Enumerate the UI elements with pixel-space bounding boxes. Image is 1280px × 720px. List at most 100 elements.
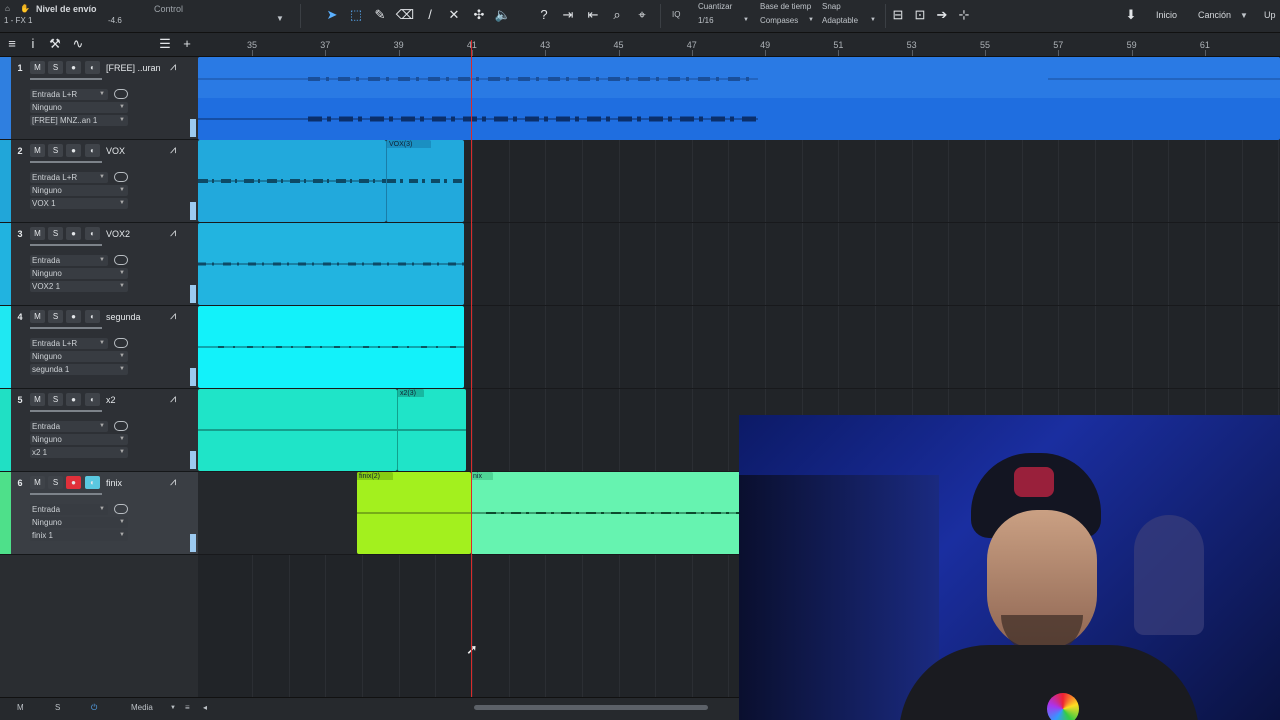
song-dropdown-icon[interactable]: ▼	[1240, 11, 1248, 20]
solo-button[interactable]: S	[48, 227, 63, 240]
audio-clip-x2-1[interactable]	[198, 389, 397, 471]
mute-button[interactable]: M	[30, 144, 45, 157]
audio-clip-vox-2[interactable]: VOX(3)	[386, 140, 464, 222]
volume-fader[interactable]	[30, 78, 102, 80]
audio-clip-finix-1[interactable]: finix(2)	[357, 472, 471, 554]
input-select[interactable]: Entrada L+R ▼	[30, 338, 108, 349]
mute-button[interactable]: M	[30, 393, 45, 406]
solo-button[interactable]: S	[48, 476, 63, 489]
track-name[interactable]: [FREE] ..uran	[106, 63, 164, 73]
paint-tool-icon[interactable]: /	[420, 6, 440, 24]
solo-button[interactable]: S	[48, 144, 63, 157]
snap-left-icon[interactable]: ⇥	[558, 6, 578, 24]
waveform-icon[interactable]: ⩘	[170, 310, 176, 323]
audio-clip-x2-2[interactable]: x2(3)	[397, 389, 466, 471]
output-select[interactable]: Ninguno ▼	[30, 268, 128, 279]
pencil-tool-icon[interactable]: ✎	[370, 6, 390, 24]
iq-icon[interactable]: IQ	[672, 10, 680, 19]
solo-button[interactable]: S	[48, 61, 63, 74]
volume-fader[interactable]	[30, 244, 102, 246]
channel-select[interactable]: VOX2 1 ▼	[30, 281, 128, 292]
waveform-icon[interactable]: ⩘	[170, 476, 176, 489]
snap-right-icon[interactable]: ⇤	[583, 6, 603, 24]
track-lane-1[interactable]	[198, 57, 1280, 140]
input-select[interactable]: Entrada ▼	[30, 421, 108, 432]
split-icon[interactable]: ⌖	[632, 6, 652, 24]
volume-fader[interactable]	[30, 327, 102, 329]
track-name[interactable]: VOX	[106, 146, 164, 156]
track-lane-3[interactable]	[198, 223, 1280, 306]
channel-select[interactable]: finix 1 ▼	[30, 530, 128, 541]
autofollow-icon[interactable]: ⌂	[5, 4, 10, 13]
volume-fader[interactable]	[30, 161, 102, 163]
track-name[interactable]: x2	[106, 395, 164, 405]
solo-button[interactable]: S	[48, 310, 63, 323]
input-select[interactable]: Entrada ▼	[30, 504, 108, 515]
mute-button[interactable]: M	[30, 61, 45, 74]
tools-icon[interactable]: ⚒	[45, 35, 65, 53]
snap-dropdown-icon[interactable]: ▼	[870, 17, 876, 23]
input-select[interactable]: Entrada L+R ▼	[30, 172, 108, 183]
track-header-3[interactable]: 3 M S ● ◐ VOX2 ⩘ Entrada ▼ Ninguno ▼ VOX2 1 ▼	[0, 223, 198, 306]
audio-clip-segunda[interactable]	[198, 306, 464, 388]
bend-tool-icon[interactable]: ✣	[469, 6, 489, 24]
input-select[interactable]: Entrada L+R ▼	[30, 89, 108, 100]
snap-select[interactable]: Adaptable	[822, 16, 858, 25]
solo-button[interactable]: S	[48, 393, 63, 406]
timebase-dropdown-icon[interactable]: ▼	[808, 17, 814, 23]
control-dropdown-icon[interactable]: ▼	[276, 14, 284, 23]
automation-icon[interactable]: ∿	[68, 35, 88, 53]
quantize-select[interactable]: 1/16	[698, 16, 714, 25]
input-monitor-toggle[interactable]	[114, 172, 128, 182]
timeline-ruler[interactable]: ≡ i ⚒ ∿ ☰ + 3537394143454749515355575961	[0, 33, 1280, 57]
monitor-button[interactable]: ◐	[85, 476, 100, 489]
fx-channel-selector[interactable]: 1 - FX 1	[4, 16, 32, 25]
monitor-button[interactable]: ◐	[85, 310, 100, 323]
upgrade-link[interactable]: Up	[1264, 10, 1276, 20]
record-button[interactable]: ●	[66, 476, 81, 489]
menu-icon[interactable]: ≡	[2, 35, 22, 53]
output-select[interactable]: Ninguno ▼	[30, 185, 128, 196]
monitor-button[interactable]: ◐	[85, 227, 100, 240]
mute-button[interactable]: M	[30, 310, 45, 323]
audio-clip-finix-2[interactable]: nix	[471, 472, 741, 554]
zoom-full-icon[interactable]: ⊹	[954, 6, 974, 24]
hand-icon[interactable]: ✋	[20, 4, 30, 13]
timebase-select[interactable]: Compases	[760, 16, 798, 25]
output-select[interactable]: Ninguno ▼	[30, 434, 128, 445]
mute-button[interactable]: M	[30, 227, 45, 240]
input-select[interactable]: Entrada ▼	[30, 255, 108, 266]
help-icon[interactable]: ?	[534, 6, 554, 24]
volume-fader[interactable]	[30, 493, 102, 495]
zoom-icon[interactable]: ⌕	[607, 6, 627, 24]
eraser-tool-icon[interactable]: ⌫	[395, 6, 415, 24]
zoom-in-icon[interactable]: ➔	[932, 6, 952, 24]
range-tool-icon[interactable]: ⬚	[346, 6, 366, 24]
scroll-left-icon[interactable]: ◂	[203, 703, 207, 712]
track-header-1[interactable]: 1 M S ● ◐ [FREE] ..uran ⩘ Entrada L+R ▼ Ninguno ▼[…	[0, 57, 198, 140]
input-monitor-toggle[interactable]	[114, 255, 128, 265]
input-monitor-toggle[interactable]	[114, 504, 128, 514]
audio-clip-vox-1[interactable]	[198, 140, 386, 222]
quantize-dropdown-icon[interactable]: ▼	[743, 17, 749, 23]
record-button[interactable]: ●	[66, 227, 81, 240]
solo-toggle[interactable]: S	[55, 703, 60, 712]
add-track-icon[interactable]: +	[177, 35, 197, 53]
record-button[interactable]: ●	[66, 144, 81, 157]
mute-button[interactable]: M	[30, 476, 45, 489]
track-header-5[interactable]: 5 M S ● ◐ x2 ⩘ Entrada ▼ Ninguno ▼ x2 1 ▼	[0, 389, 198, 472]
channel-select[interactable]: x2 1 ▼	[30, 447, 128, 458]
waveform-icon[interactable]: ⩘	[170, 393, 176, 406]
waveform-icon[interactable]: ⩘	[170, 144, 176, 157]
volume-fader[interactable]	[30, 410, 102, 412]
record-button[interactable]: ●	[66, 310, 81, 323]
channel-select[interactable]: VOX 1 ▼	[30, 198, 128, 209]
track-lane-4[interactable]	[198, 306, 1280, 389]
monitor-button[interactable]: ◐	[85, 144, 100, 157]
track-name[interactable]: finix	[106, 478, 164, 488]
list-icon[interactable]: ≡	[185, 703, 190, 712]
output-select[interactable]: Ninguno ▼	[30, 517, 128, 528]
track-header-6[interactable]: 6 M S ● ◐ finix ⩘ Entrada ▼ Ninguno ▼ finix 1 ▼	[0, 472, 198, 555]
track-list-icon[interactable]: ☰	[155, 35, 175, 53]
audio-clip-track-1[interactable]	[198, 57, 1280, 140]
